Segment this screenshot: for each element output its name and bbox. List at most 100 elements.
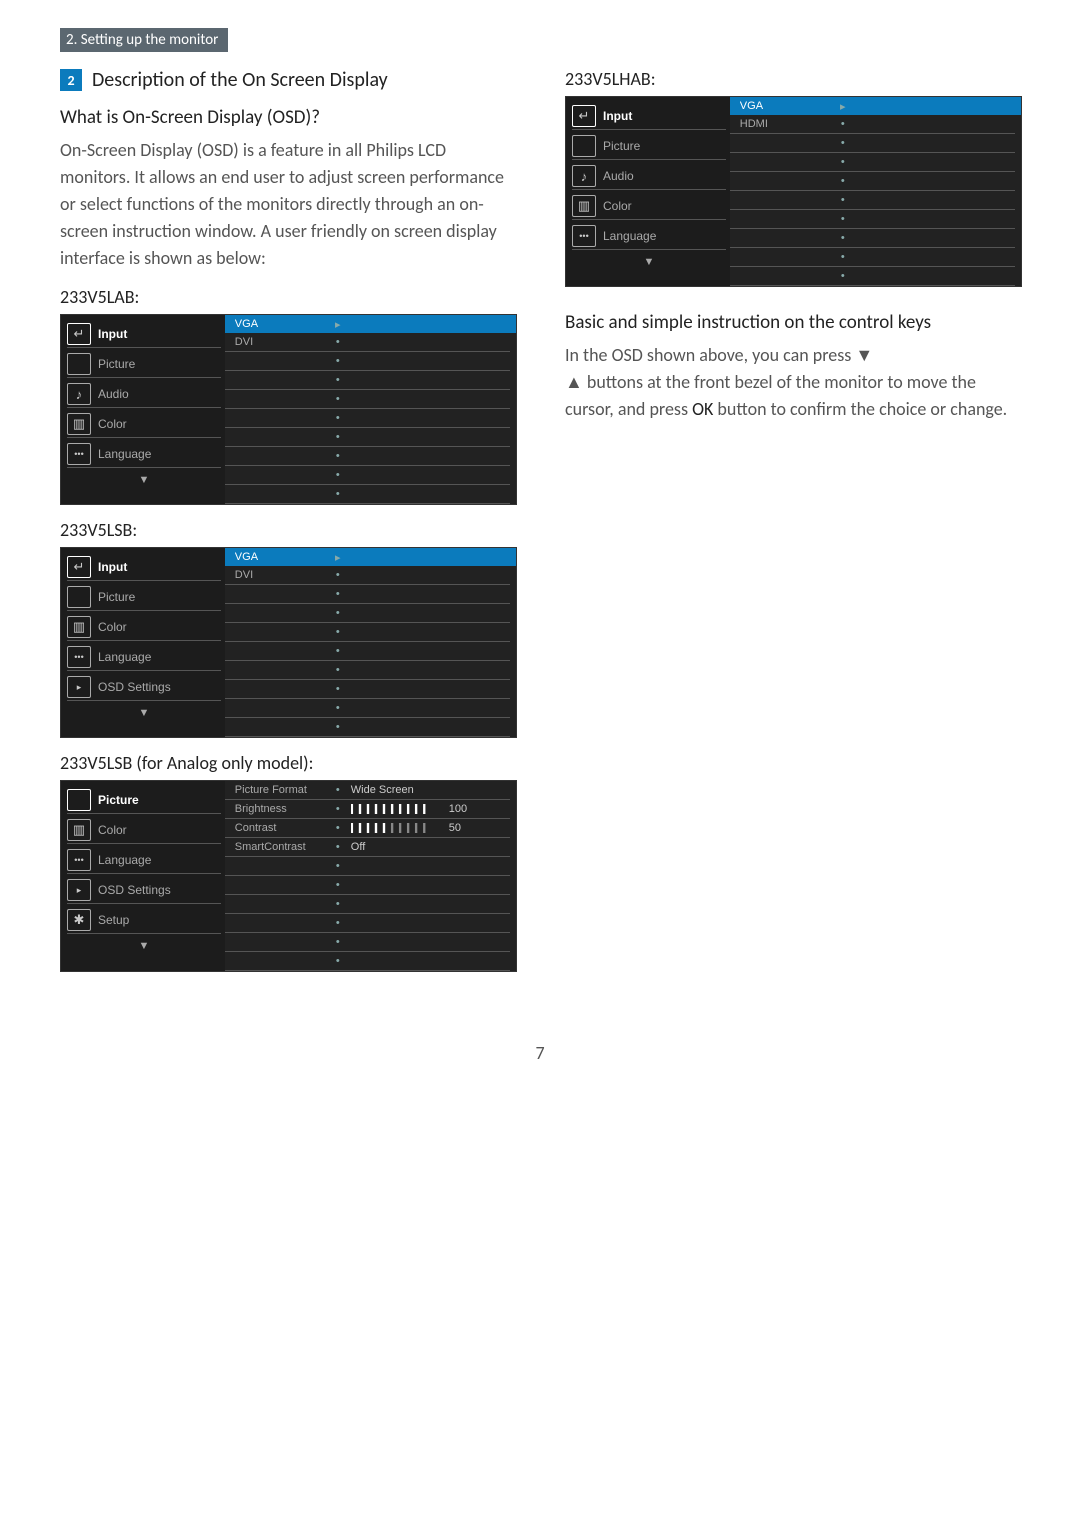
menu-label: Picture — [98, 793, 139, 807]
sub-item-blank: • — [225, 952, 510, 970]
menu-item-input[interactable]: ↵ Input — [67, 554, 221, 581]
sub-item-vga[interactable]: VGA▸ — [730, 97, 1021, 115]
sub-item-blank: • — [225, 428, 510, 446]
color-icon: ▥ — [572, 195, 596, 217]
sub-item-vga[interactable]: VGA▸ — [225, 315, 516, 333]
osd-settings-icon: ▸ — [67, 879, 91, 901]
sub-item-blank: • — [225, 876, 510, 894]
menu-label: Input — [603, 109, 632, 123]
menu-item-audio[interactable]: ♪ Audio — [572, 163, 726, 190]
menu-label: Picture — [98, 357, 135, 371]
menu-item-color[interactable]: ▥ Color — [572, 193, 726, 220]
osd-sub-lab: VGA▸ DVI• • • • • • • • • — [225, 315, 516, 504]
picture-icon — [67, 353, 91, 375]
menu-label: Language — [98, 853, 151, 867]
sub-item-vga[interactable]: VGA▸ — [225, 548, 516, 566]
section-tab: 2. Setting up the monitor — [60, 28, 228, 52]
menu-item-language[interactable]: ••• Language — [67, 644, 221, 671]
input-icon: ↵ — [572, 105, 596, 127]
sub-brightness[interactable]: Brightness• ▎▎▎▎▎▎▎▎▎▎ 100 — [225, 800, 510, 818]
sub-item-blank: • — [225, 604, 510, 622]
sub-item-blank: • — [225, 933, 510, 951]
menu-item-audio[interactable]: ♪ Audio — [67, 381, 221, 408]
sub-item-blank: • — [225, 485, 510, 503]
color-icon: ▥ — [67, 819, 91, 841]
left-column: 2 Description of the On Screen Display W… — [60, 60, 515, 972]
menu-item-setup[interactable]: ✱ Setup — [67, 907, 221, 934]
menu-label: Language — [603, 229, 656, 243]
sub-item-blank: • — [225, 895, 510, 913]
menu-item-color[interactable]: ▥ Color — [67, 614, 221, 641]
sub-item-hdmi[interactable]: HDMI• — [730, 115, 1015, 133]
osd-panel-lhab: ↵ Input Picture ♪ Audio ▥ Color — [565, 96, 1022, 287]
menu-label: Picture — [98, 590, 135, 604]
intro-paragraph: On-Screen Display (OSD) is a feature in … — [60, 137, 515, 272]
sub-item-blank: • — [730, 134, 1015, 152]
sub-item-blank: • — [730, 267, 1015, 285]
osd-settings-icon: ▸ — [67, 676, 91, 698]
menu-item-picture[interactable]: Picture — [67, 351, 221, 378]
step-header: 2 Description of the On Screen Display — [60, 68, 515, 92]
menu-label: OSD Settings — [98, 680, 171, 694]
menu-label: Picture — [603, 139, 640, 153]
two-column-layout: 2 Description of the On Screen Display W… — [60, 60, 1020, 972]
step-number-badge: 2 — [60, 69, 82, 91]
sub-smartcontrast[interactable]: SmartContrast• Off — [225, 838, 510, 856]
osd-panel-lsb-analog: Picture ▥ Color ••• Language ▸ OSD Setti… — [60, 780, 517, 972]
sub-item-blank: • — [225, 623, 510, 641]
menu-item-language[interactable]: ••• Language — [67, 441, 221, 468]
sub-item-blank: • — [225, 409, 510, 427]
menu-item-language[interactable]: ••• Language — [67, 847, 221, 874]
menu-scroll-down-icon[interactable]: ▼ — [67, 471, 221, 486]
menu-label: Input — [98, 327, 127, 341]
osd-sub-lsb: VGA▸ DVI• • • • • • • • • — [225, 548, 516, 737]
sub-item-blank: • — [730, 191, 1015, 209]
menu-item-color[interactable]: ▥ Color — [67, 817, 221, 844]
sub-item-blank: • — [225, 352, 510, 370]
menu-label: Language — [98, 650, 151, 664]
sub-item-dvi[interactable]: DVI• — [225, 333, 510, 351]
osd-panel-lsb: ↵ Input Picture ▥ Color ••• Language — [60, 547, 517, 738]
step-title: Description of the On Screen Display — [92, 68, 388, 92]
sub-heading-osd: What is On-Screen Display (OSD)? — [60, 106, 515, 129]
sub-item-blank: • — [225, 661, 510, 679]
osd-menu-lsb-analog: Picture ▥ Color ••• Language ▸ OSD Setti… — [61, 781, 225, 971]
menu-item-osd-settings[interactable]: ▸ OSD Settings — [67, 674, 221, 701]
menu-label: Color — [98, 823, 127, 837]
menu-scroll-down-icon[interactable]: ▼ — [67, 937, 221, 952]
sub-item-blank: • — [225, 371, 510, 389]
menu-scroll-down-icon[interactable]: ▼ — [67, 704, 221, 719]
sub-picture-format[interactable]: Picture Format• Wide Screen — [225, 781, 510, 799]
menu-item-input[interactable]: ↵ Input — [67, 321, 221, 348]
sub-contrast[interactable]: Contrast• ▎▎▎▎▎▎▎▎▎▎ 50 — [225, 819, 510, 837]
right-basic-heading: Basic and simple instruction on the cont… — [565, 311, 1020, 334]
menu-item-picture[interactable]: Picture — [67, 584, 221, 611]
sub-item-blank: • — [225, 390, 510, 408]
sub-item-blank: • — [730, 210, 1015, 228]
menu-label: OSD Settings — [98, 883, 171, 897]
menu-label: Audio — [603, 169, 634, 183]
sub-item-blank: • — [730, 172, 1015, 190]
color-icon: ▥ — [67, 616, 91, 638]
sub-item-blank: • — [225, 642, 510, 660]
sub-item-blank: • — [225, 857, 510, 875]
menu-item-picture[interactable]: Picture — [572, 133, 726, 160]
menu-scroll-down-icon[interactable]: ▼ — [572, 253, 726, 268]
right-column: 233V5LHAB: ↵ Input Picture ♪ Audio — [565, 60, 1020, 972]
menu-item-osd-settings[interactable]: ▸ OSD Settings — [67, 877, 221, 904]
right-para-line1: In the OSD shown above, you can press ▼ — [565, 344, 873, 366]
language-icon: ••• — [67, 646, 91, 668]
input-icon: ↵ — [67, 556, 91, 578]
osd-menu-lsb: ↵ Input Picture ▥ Color ••• Language — [61, 548, 225, 737]
sub-item-dvi[interactable]: DVI• — [225, 566, 510, 584]
menu-item-color[interactable]: ▥ Color — [67, 411, 221, 438]
picture-icon — [572, 135, 596, 157]
menu-label: Input — [98, 560, 127, 574]
picture-icon — [67, 789, 91, 811]
menu-item-input[interactable]: ↵ Input — [572, 103, 726, 130]
menu-item-picture[interactable]: Picture — [67, 787, 221, 814]
sub-item-blank: • — [225, 447, 510, 465]
osd-menu-lab: ↵ Input Picture ♪ Audio ▥ Color — [61, 315, 225, 504]
menu-item-language[interactable]: ••• Language — [572, 223, 726, 250]
sub-item-blank: • — [225, 680, 510, 698]
